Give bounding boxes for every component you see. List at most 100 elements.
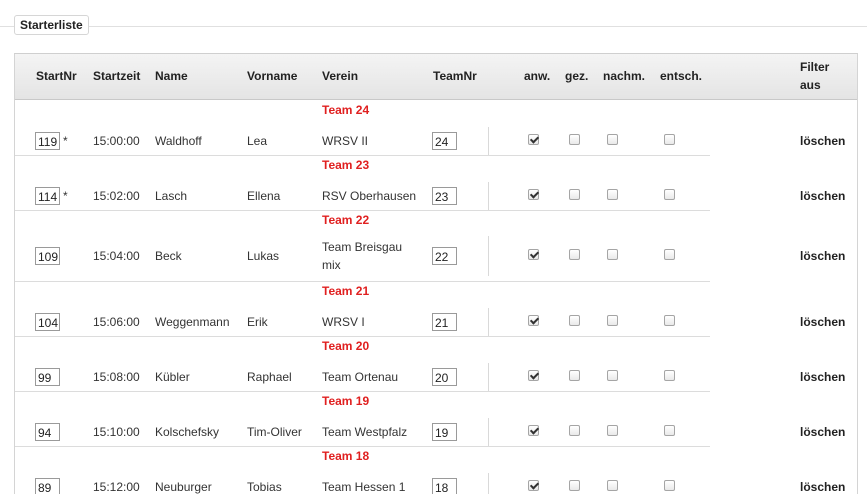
starter-table: StartNr Startzeit Name Vorname Verein Te… (14, 53, 858, 494)
delete-button[interactable]: löschen (800, 247, 845, 265)
table-row: 104 15:06:00 Weggenmann Erik WRSV I 21 löschen (15, 301, 857, 336)
table-row: 119 * 15:00:00 Waldhoff Lea WRSV II 24 löschen (15, 120, 857, 155)
entsch-checkbox[interactable] (664, 249, 675, 260)
header-startzeit[interactable]: Startzeit (93, 67, 140, 85)
nachm-checkbox[interactable] (607, 425, 618, 436)
header-vorname[interactable]: Vorname (247, 67, 297, 85)
team-label: Team 20 (322, 339, 370, 353)
teamnr-input[interactable]: 20 (432, 368, 457, 386)
teamnr-input[interactable]: 24 (432, 132, 457, 150)
gez-checkbox[interactable] (569, 370, 580, 381)
anw-checkbox[interactable] (528, 315, 539, 326)
delete-button[interactable]: löschen (800, 423, 845, 441)
teamnr-input[interactable]: 21 (432, 313, 457, 331)
vorname-cell: Lea (247, 134, 268, 148)
name-cell: Weggenmann (155, 315, 230, 329)
header-verein[interactable]: Verein (322, 67, 358, 85)
teamnr-input[interactable]: 22 (432, 247, 457, 265)
startnr-input[interactable]: 109 (35, 247, 60, 265)
anw-checkbox[interactable] (528, 249, 539, 260)
delete-button[interactable]: löschen (800, 132, 845, 150)
header-teamnr[interactable]: TeamNr (433, 67, 477, 85)
gez-checkbox[interactable] (569, 134, 580, 145)
column-divider (488, 418, 489, 446)
vorname-cell: Tim-Oliver (247, 425, 302, 439)
nachm-checkbox[interactable] (607, 189, 618, 200)
startnr-input[interactable]: 99 (35, 368, 60, 386)
gez-checkbox[interactable] (569, 315, 580, 326)
delete-button[interactable]: löschen (800, 187, 845, 205)
entsch-checkbox[interactable] (664, 315, 675, 326)
anw-checkbox[interactable] (528, 189, 539, 200)
column-divider (488, 308, 489, 336)
startnr-input[interactable]: 104 (35, 313, 60, 331)
header-filter-line2: aus (800, 78, 821, 92)
startzeit-cell: 15:06:00 (93, 315, 140, 329)
verein-cell: RSV Oberhausen (322, 189, 417, 203)
entsch-checkbox[interactable] (664, 189, 675, 200)
verein-cell: Team Westpfalz (322, 425, 408, 439)
startzeit-cell: 15:10:00 (93, 425, 140, 439)
name-cell: Beck (155, 249, 182, 263)
startnr-input[interactable]: 114 (35, 187, 60, 205)
team-group-header: Team 22 (15, 210, 710, 230)
anw-checkbox[interactable] (528, 134, 539, 145)
anw-checkbox[interactable] (528, 425, 539, 436)
vorname-cell: Tobias (247, 480, 282, 494)
verein-cell: Team Ortenau (322, 370, 399, 384)
delete-button[interactable]: löschen (800, 478, 845, 494)
team-label: Team 23 (322, 158, 370, 172)
startnr-marker: * (63, 134, 68, 148)
team-label: Team 21 (322, 284, 370, 298)
teamnr-input[interactable]: 18 (432, 478, 457, 494)
nachm-checkbox[interactable] (607, 480, 618, 491)
startzeit-cell: 15:02:00 (93, 189, 140, 203)
startnr-input[interactable]: 94 (35, 423, 60, 441)
startzeit-cell: 15:08:00 (93, 370, 140, 384)
team-group-header: Team 19 (15, 391, 710, 411)
entsch-checkbox[interactable] (664, 370, 675, 381)
nachm-checkbox[interactable] (607, 315, 618, 326)
gez-checkbox[interactable] (569, 189, 580, 200)
team-label: Team 24 (322, 103, 370, 117)
row-separator (15, 281, 710, 282)
team-group-header: Team 24 (15, 100, 710, 120)
team-label: Team 22 (322, 213, 370, 227)
team-label: Team 18 (322, 449, 370, 463)
anw-checkbox[interactable] (528, 480, 539, 491)
teamnr-input[interactable]: 19 (432, 423, 457, 441)
table-row: 99 15:08:00 Kübler Raphael Team Ortenau 20 lös… (15, 356, 857, 391)
startnr-input[interactable]: 89 (35, 478, 60, 494)
table-row: 109 15:04:00 Beck Lukas Team Breisgau mix 22 lö… (15, 230, 857, 280)
team-group-header: Team 18 (15, 446, 710, 466)
row-separator (15, 391, 710, 392)
verein-cell-line1: Team Breisgau (322, 240, 403, 254)
gez-checkbox[interactable] (569, 480, 580, 491)
entsch-checkbox[interactable] (664, 480, 675, 491)
anw-checkbox[interactable] (528, 370, 539, 381)
name-cell: Kolschefsky (155, 425, 220, 439)
gez-checkbox[interactable] (569, 425, 580, 436)
gez-checkbox[interactable] (569, 249, 580, 260)
nachm-checkbox[interactable] (607, 249, 618, 260)
header-entsch: entsch. (660, 69, 703, 83)
entsch-checkbox[interactable] (664, 425, 675, 436)
row-separator (15, 336, 710, 337)
nachm-checkbox[interactable] (607, 134, 618, 145)
verein-cell: WRSV II (322, 134, 369, 148)
column-divider (488, 236, 489, 276)
startzeit-cell: 15:00:00 (93, 134, 140, 148)
name-cell: Lasch (155, 189, 188, 203)
starterliste-legend: Starterliste (14, 15, 89, 35)
vorname-cell: Ellena (247, 189, 281, 203)
startzeit-cell: 15:12:00 (93, 480, 140, 494)
nachm-checkbox[interactable] (607, 370, 618, 381)
startnr-input[interactable]: 119 (35, 132, 60, 150)
vorname-cell: Lukas (247, 249, 280, 263)
delete-button[interactable]: löschen (800, 313, 845, 331)
delete-button[interactable]: löschen (800, 368, 845, 386)
teamnr-input[interactable]: 23 (432, 187, 457, 205)
header-name[interactable]: Name (155, 67, 188, 85)
header-startnr[interactable]: StartNr (36, 67, 77, 85)
entsch-checkbox[interactable] (664, 134, 675, 145)
